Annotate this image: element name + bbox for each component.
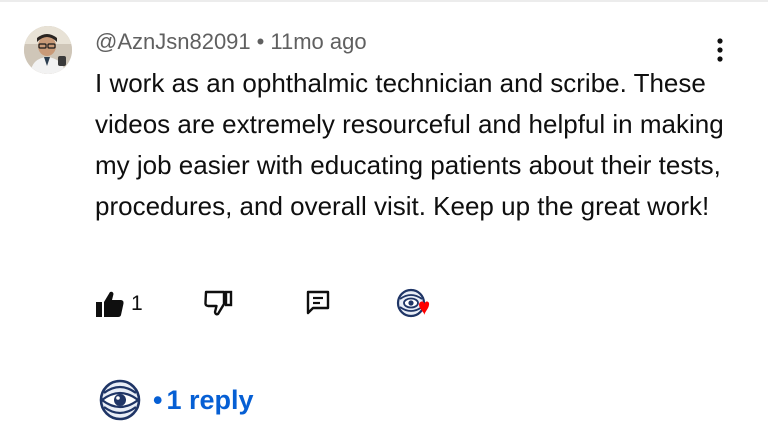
more-vert-icon [717,38,723,62]
thumb-up-filled-icon [96,291,124,317]
replies-count-label[interactable]: 1 reply [166,385,253,416]
avatar-photo-icon [24,26,72,74]
dislike-button[interactable] [203,288,233,323]
more-options-button[interactable] [704,34,736,66]
view-replies-button[interactable]: • 1 reply [95,378,254,422]
creator-heart [395,287,435,323]
author-handle[interactable]: @AznJsn82091 [95,29,251,54]
comment-meta: @AznJsn82091 • 11mo ago [95,28,367,56]
comment-reply-icon [306,290,330,315]
reply-button[interactable] [305,289,331,322]
channel-avatar-icon [99,379,141,421]
top-divider [0,0,768,2]
creator-heart-icon [396,288,430,318]
comment-text: I work as an ophthalmic technician and s… [95,68,724,221]
meta-separator: • [256,29,265,54]
thumb-down-outline-icon [204,290,233,316]
author-avatar[interactable] [24,26,72,74]
comment-action-bar: 1 [95,286,455,322]
like-button[interactable]: 1 [95,286,143,322]
like-count: 1 [131,292,143,315]
replies-separator: • [153,384,163,415]
comment-screen: @AznJsn82091 • 11mo ago I work as an ophth… [0,0,768,430]
comment-timestamp[interactable]: 11mo ago [270,29,366,54]
